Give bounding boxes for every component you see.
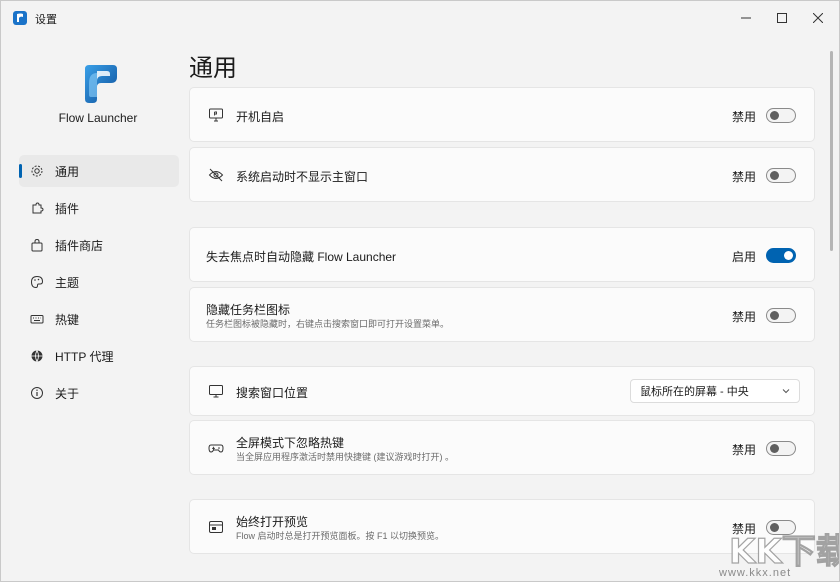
sidebar-item-label: 通用 — [55, 163, 79, 180]
setting-description: 当全屏应用程序激活时禁用快捷键 (建议游戏时打开) 。 — [236, 450, 454, 463]
sidebar-item-theme[interactable]: 主题 — [19, 266, 179, 298]
gamepad-icon — [208, 440, 224, 456]
maximize-icon — [777, 13, 787, 23]
palette-icon — [29, 274, 45, 290]
window-position-select[interactable]: 鼠标所在的屏幕 - 中央 — [630, 379, 800, 403]
sidebar-nav: 通用 插件 插件商店 主题 热键 — [19, 155, 179, 414]
monitor-power-icon — [208, 107, 224, 123]
gear-icon — [29, 163, 45, 179]
setting-hide-taskbar-icon: 隐藏任务栏图标 任务栏图标被隐藏时，右键点击搜索窗口即可打开设置菜单。 禁用 — [189, 287, 815, 342]
setting-start-on-boot: 开机自启 禁用 — [189, 87, 815, 142]
puzzle-icon — [29, 200, 45, 216]
chevron-down-icon — [781, 386, 791, 396]
setting-label: 失去焦点时自动隐藏 Flow Launcher — [206, 248, 396, 265]
setting-label: 始终打开预览 — [236, 513, 308, 530]
eye-off-icon — [208, 167, 224, 183]
shopping-bag-icon — [29, 237, 45, 253]
scrollbar[interactable] — [830, 51, 834, 531]
hide-on-startup-toggle[interactable] — [766, 168, 796, 183]
toggle-state-text: 禁用 — [732, 441, 756, 458]
toggle-state-text: 禁用 — [732, 108, 756, 125]
hide-taskbar-icon-toggle[interactable] — [766, 308, 796, 323]
setting-label: 系统启动时不显示主窗口 — [236, 168, 368, 185]
toggle-state-text: 禁用 — [732, 308, 756, 325]
setting-label: 隐藏任务栏图标 — [206, 301, 290, 318]
monitor-icon — [208, 383, 224, 399]
select-value: 鼠标所在的屏幕 - 中央 — [640, 383, 749, 399]
setting-label: 开机自启 — [236, 108, 284, 125]
setting-hide-on-focus-loss: 失去焦点时自动隐藏 Flow Launcher 启用 — [189, 227, 815, 282]
svg-text:KK下载: KK下载 — [729, 532, 839, 572]
sidebar-item-label: 关于 — [55, 385, 79, 402]
toggle-state-text: 启用 — [732, 248, 756, 265]
sidebar-item-label: 主题 — [55, 274, 79, 291]
sidebar-item-plugin-store[interactable]: 插件商店 — [19, 229, 179, 261]
settings-window: 设置 Flow Launcher 通用 — [0, 0, 840, 582]
sidebar-item-about[interactable]: 关于 — [19, 377, 179, 409]
watermark-url: www.kkx.net — [719, 567, 791, 579]
app-name: Flow Launcher — [41, 111, 155, 125]
sidebar-item-label: 插件商店 — [55, 237, 103, 254]
setting-hide-on-startup: 系统启动时不显示主窗口 禁用 — [189, 147, 815, 202]
close-icon — [813, 13, 823, 23]
toggle-state-text: 禁用 — [732, 168, 756, 185]
ignore-hotkeys-fullscreen-toggle[interactable] — [766, 441, 796, 456]
setting-description: 任务栏图标被隐藏时，右键点击搜索窗口即可打开设置菜单。 — [206, 317, 449, 330]
setting-ignore-hotkeys-fullscreen: 全屏模式下忽略热键 当全屏应用程序激活时禁用快捷键 (建议游戏时打开) 。 禁用 — [189, 420, 815, 475]
keyboard-icon — [29, 311, 45, 327]
sidebar-item-label: 热键 — [55, 311, 79, 328]
sidebar-item-hotkeys[interactable]: 热键 — [19, 303, 179, 335]
sidebar-item-label: 插件 — [55, 200, 79, 217]
page-title: 通用 — [189, 48, 237, 83]
scroll-thumb[interactable] — [830, 51, 833, 251]
sidebar-item-plugins[interactable]: 插件 — [19, 192, 179, 224]
setting-search-window-position: 搜索窗口位置 鼠标所在的屏幕 - 中央 — [189, 366, 815, 416]
minimize-icon — [741, 13, 751, 23]
start-on-boot-toggle[interactable] — [766, 108, 796, 123]
close-button[interactable] — [795, 1, 840, 35]
info-icon — [29, 385, 45, 401]
flow-launcher-logo — [77, 63, 119, 105]
setting-label: 全屏模式下忽略热键 — [236, 434, 344, 451]
flow-launcher-logo-icon — [13, 11, 27, 25]
setting-description: Flow 启动时总是打开预览面板。按 F1 以切换预览。 — [236, 529, 444, 542]
hide-on-focus-loss-toggle[interactable] — [766, 248, 796, 263]
sidebar-item-http-proxy[interactable]: HTTP 代理 — [19, 340, 179, 372]
setting-label: 搜索窗口位置 — [236, 384, 308, 401]
preview-panel-icon — [208, 519, 224, 535]
globe-icon — [29, 348, 45, 364]
sidebar-item-general[interactable]: 通用 — [19, 155, 179, 187]
title-bar[interactable]: 设置 — [1, 1, 839, 35]
window-title: 设置 — [35, 11, 57, 27]
sidebar-item-label: HTTP 代理 — [55, 348, 113, 365]
